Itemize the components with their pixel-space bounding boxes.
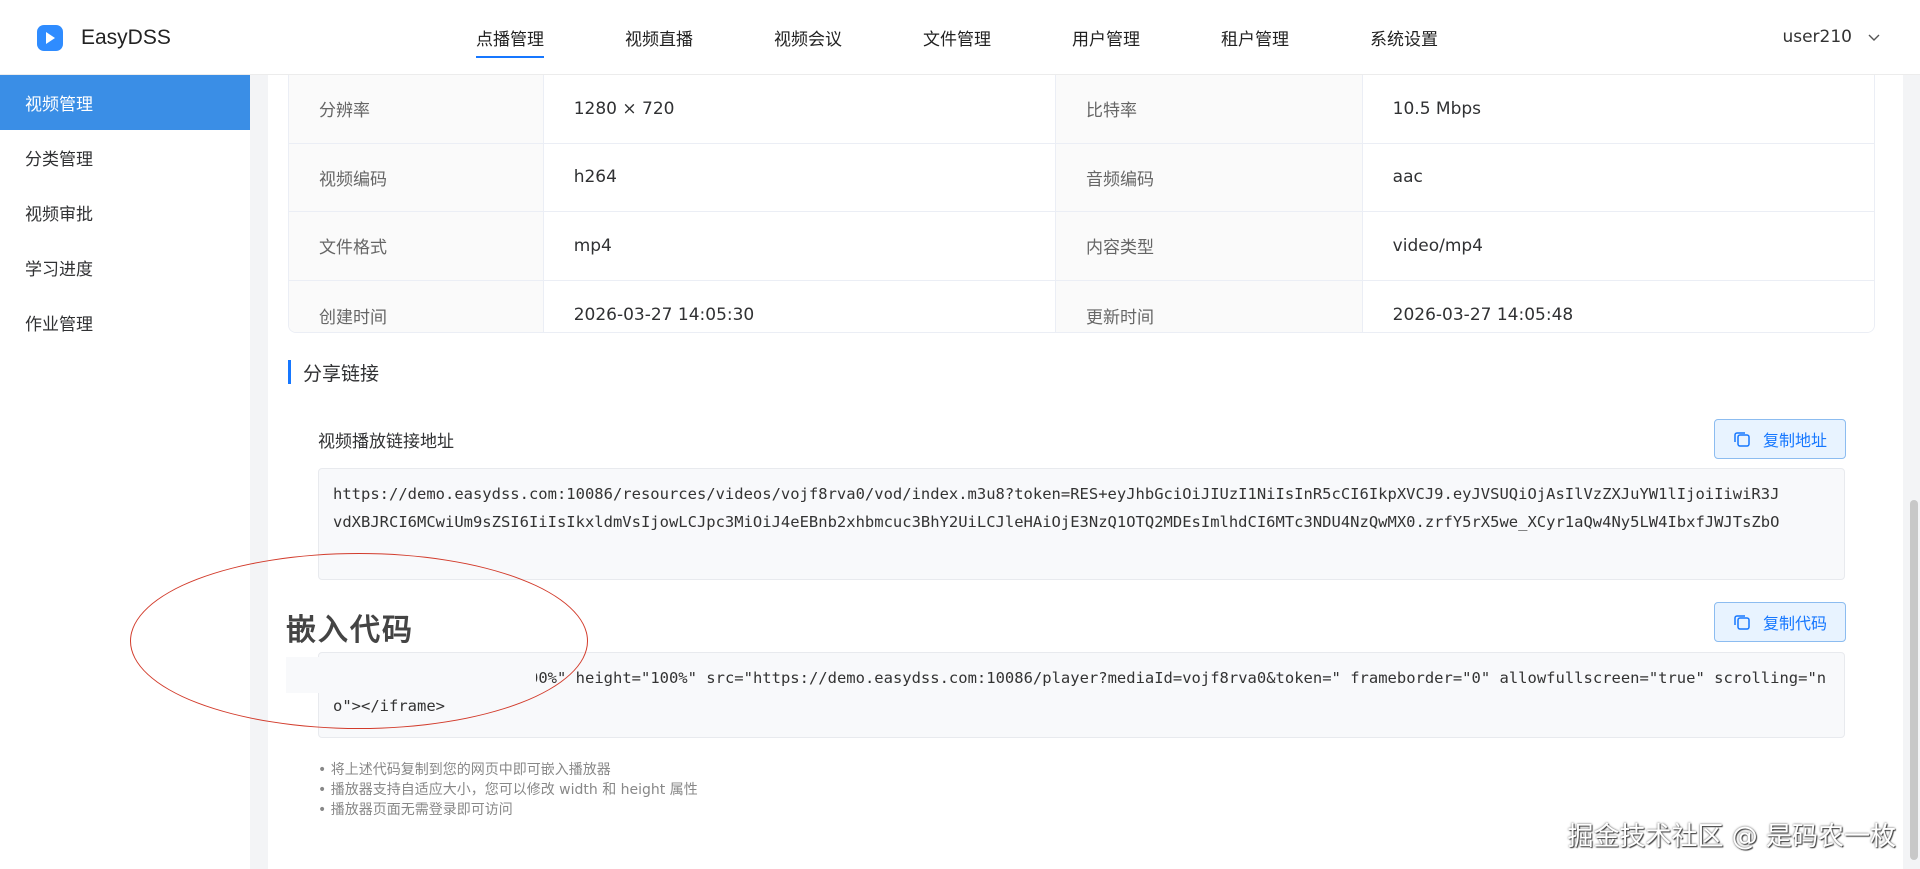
info-label: 视频编码 <box>289 143 544 211</box>
tip-item: • 播放器支持自适应大小，您可以修改 width 和 height 属性 <box>318 782 698 798</box>
info-value: mp4 <box>543 212 1057 280</box>
url-line: vdXBJRCI6MCwiUm9sZSI6IiIsIkxldmVsIjowLCJ… <box>333 513 1780 531</box>
embed-title-backdrop <box>286 657 536 693</box>
nav-item-tenants[interactable]: 租户管理 <box>1221 0 1289 75</box>
sidebar-item-categories[interactable]: 分类管理 <box>0 130 250 185</box>
info-label: 音频编码 <box>1056 143 1363 211</box>
nav-item-live[interactable]: 视频直播 <box>625 0 693 75</box>
embed-line: 00%" height="100%" src="https://demo.eas… <box>529 669 1827 687</box>
info-value: aac <box>1362 143 1874 211</box>
embed-line: o"></iframe> <box>333 697 445 715</box>
info-label: 更新时间 <box>1056 280 1363 332</box>
info-value: 2026-03-27 14:05:30 <box>543 280 1057 332</box>
tip-item: • 将上述代码复制到您的网页中即可嵌入播放器 <box>318 762 611 778</box>
info-value: h264 <box>543 143 1057 211</box>
play-url-label: 视频播放链接地址 <box>318 432 454 452</box>
chevron-down-icon <box>1868 34 1880 41</box>
info-value: 10.5 Mbps <box>1362 75 1874 143</box>
sidebar-item-approval[interactable]: 视频审批 <box>0 185 250 240</box>
embed-code-title: 嵌入代码 <box>286 613 414 648</box>
user-name: user210 <box>1782 27 1852 47</box>
info-value: 2026-03-27 14:05:48 <box>1362 280 1874 332</box>
scrollbar-thumb[interactable] <box>1910 500 1918 860</box>
nav-item-vod[interactable]: 点播管理 <box>476 0 544 75</box>
info-label: 创建时间 <box>289 280 544 332</box>
url-line: https://demo.easydss.com:10086/resources… <box>333 485 1780 503</box>
table-row: 文件格式 mp4 内容类型 video/mp4 <box>289 212 1874 281</box>
info-label: 文件格式 <box>289 212 544 280</box>
sidebar: 视频管理 分类管理 视频审批 学习进度 作业管理 <box>0 75 250 869</box>
embed-tips: • 将上述代码复制到您的网页中即可嵌入播放器 • 播放器支持自适应大小，您可以修… <box>318 760 698 820</box>
app-name: EasyDSS <box>81 26 171 49</box>
table-row: 分辨率 1280 × 720 比特率 10.5 Mbps <box>289 75 1874 144</box>
user-menu[interactable]: user210 <box>1782 27 1880 47</box>
copy-icon <box>1734 432 1750 447</box>
play-logo-icon <box>37 25 63 51</box>
table-row: 视频编码 h264 音频编码 aac <box>289 143 1874 212</box>
copy-icon <box>1734 615 1750 630</box>
info-value: video/mp4 <box>1362 212 1874 280</box>
nav-item-files[interactable]: 文件管理 <box>923 0 991 75</box>
copy-url-button[interactable]: 复制地址 <box>1714 419 1846 459</box>
nav-item-meeting[interactable]: 视频会议 <box>774 0 842 75</box>
table-row: 创建时间 2026-03-27 14:05:30 更新时间 2026-03-27… <box>289 280 1874 332</box>
copy-url-label: 复制地址 <box>1762 431 1827 450</box>
sidebar-item-homework[interactable]: 作业管理 <box>0 295 250 350</box>
main-nav: 点播管理 视频直播 视频会议 文件管理 用户管理 租户管理 系统设置 <box>476 0 1519 75</box>
info-label: 分辨率 <box>289 75 544 143</box>
embed-code-box[interactable]: 00%" height="100%" src="https://demo.eas… <box>318 652 1845 738</box>
nav-item-settings[interactable]: 系统设置 <box>1370 0 1438 75</box>
main-content: 分辨率 1280 × 720 比特率 10.5 Mbps 视频编码 h264 音… <box>268 75 1903 869</box>
share-section-title: 分享链接 <box>288 360 379 385</box>
sidebar-item-videos[interactable]: 视频管理 <box>0 75 250 130</box>
copy-code-button[interactable]: 复制代码 <box>1714 602 1846 642</box>
info-label: 比特率 <box>1056 75 1363 143</box>
info-value: 1280 × 720 <box>543 75 1057 143</box>
watermark: 掘金技术社区 @ 是码农一枚 <box>1567 822 1896 852</box>
top-navigation-bar: EasyDSS 点播管理 视频直播 视频会议 文件管理 用户管理 租户管理 系统… <box>0 0 1920 75</box>
info-label: 内容类型 <box>1056 212 1363 280</box>
copy-code-label: 复制代码 <box>1762 614 1827 633</box>
play-url-box[interactable]: https://demo.easydss.com:10086/resources… <box>318 468 1845 580</box>
app-logo[interactable]: EasyDSS <box>37 25 171 51</box>
tip-item: • 播放器页面无需登录即可访问 <box>318 802 513 818</box>
sidebar-item-progress[interactable]: 学习进度 <box>0 240 250 295</box>
video-info-table: 分辨率 1280 × 720 比特率 10.5 Mbps 视频编码 h264 音… <box>288 75 1875 333</box>
nav-item-users[interactable]: 用户管理 <box>1072 0 1140 75</box>
